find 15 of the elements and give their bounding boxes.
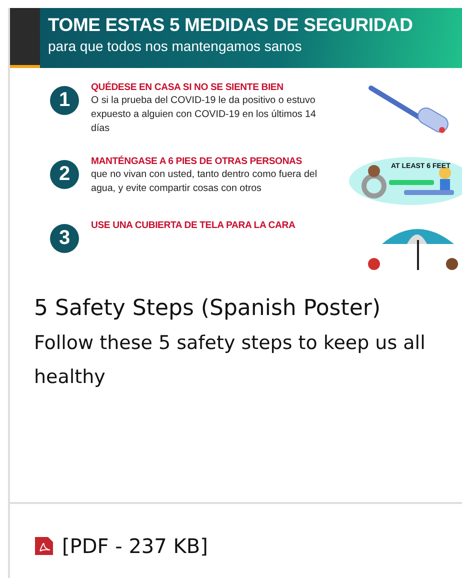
step-heading: MANTÉNGASE A 6 PIES DE OTRAS PERSONAS: [91, 156, 303, 167]
poster-side-strip: [10, 8, 40, 68]
card-description: Follow these 5 safety steps to keep us all healthy: [34, 331, 426, 390]
step-number: 3: [50, 224, 79, 253]
step-number: 2: [50, 160, 79, 189]
step-text: O si la prueba del COVID-19 le da positivo o estuvo expuesto a alguien con COVID-19 en los últimos 14 días: [91, 94, 317, 136]
step-text: que no vivan con usted, tanto dentro como fuera del agua, y evite compartir cosas con otros: [91, 168, 318, 196]
poster-title: TOME ESTAS 5 MEDIDAS DE SEGURIDAD: [48, 14, 414, 36]
step-number: 1: [50, 86, 79, 115]
pdf-download-link[interactable]: [PDF - 237 KB]: [34, 534, 208, 558]
step-heading: USE UNA CUBIERTA DE TELA PARA LA CARA: [91, 220, 296, 231]
pdf-icon: [34, 536, 54, 556]
poster-subtitle: para que todos nos mantengamos sanos: [48, 38, 303, 54]
step-heading: QUÉDESE EN CASA SI NO SE SIENTE BIEN: [91, 82, 284, 93]
card-title: 5 Safety Steps (Spanish Poster): [34, 295, 382, 323]
